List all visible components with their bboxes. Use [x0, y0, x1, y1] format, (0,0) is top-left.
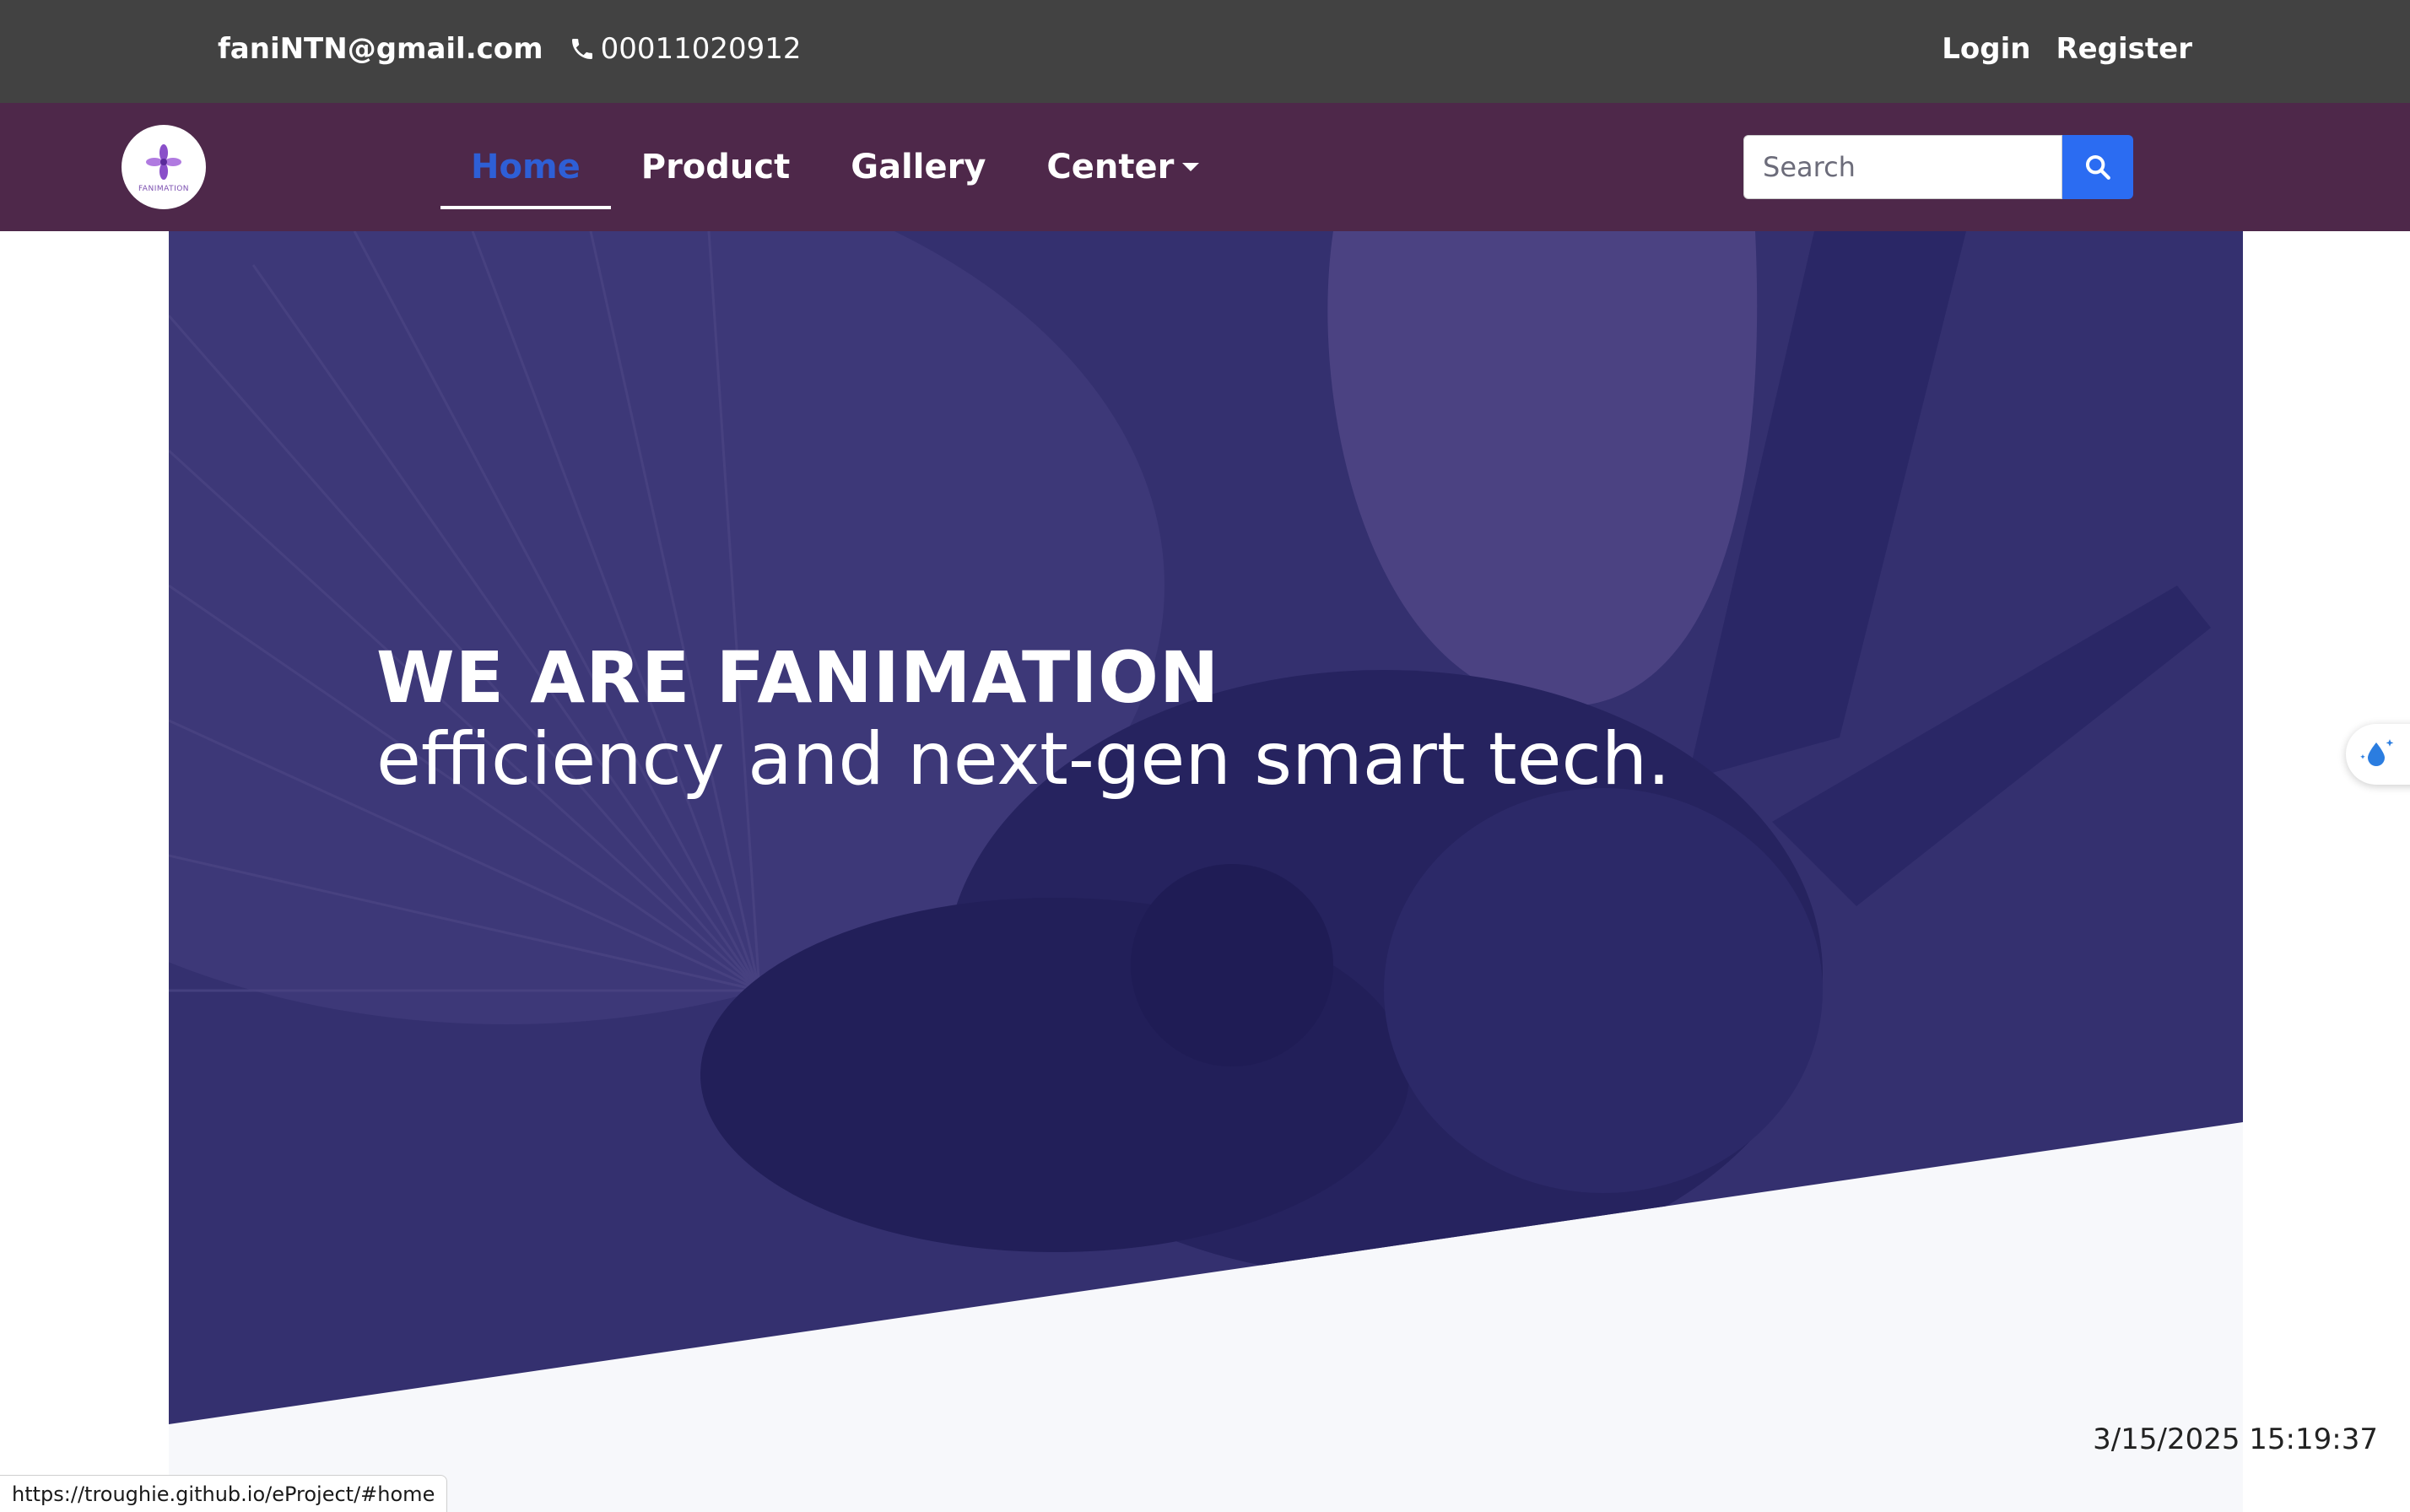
nav-links: Home Product Gallery Center [440, 103, 1229, 231]
search-icon [2085, 154, 2110, 180]
nav-home-label: Home [471, 148, 581, 186]
fan-logo-icon [146, 144, 181, 180]
nav-home[interactable]: Home [440, 103, 611, 231]
search-input[interactable] [1743, 135, 2062, 199]
phone-icon [571, 39, 592, 59]
login-link[interactable]: Login [1942, 32, 2030, 66]
hero-section: WE ARE FANIMATION efficiency and next-ge… [169, 231, 2243, 1512]
contact-phone[interactable]: 00011020912 [569, 32, 802, 66]
contact-email[interactable]: faniNTN@gmail.com [218, 32, 543, 66]
phone-number: 00011020912 [600, 32, 802, 66]
timestamp: 3/15/2025 15:19:37 [2093, 1423, 2378, 1456]
auth-links: Login Register [1942, 32, 2192, 66]
brand-logo[interactable]: FANIMATION [122, 125, 206, 209]
hero-background-image [169, 231, 2243, 1512]
nav-center-dropdown[interactable]: Center [1016, 103, 1229, 231]
nav-product-label: Product [640, 148, 791, 186]
contact-info: faniNTN@gmail.com 00011020912 [218, 32, 802, 66]
register-link[interactable]: Register [2056, 32, 2192, 66]
top-info-bar: faniNTN@gmail.com 00011020912 Login Regi… [0, 0, 2410, 103]
floating-widget[interactable] [2346, 724, 2410, 785]
nav-gallery-label: Gallery [851, 148, 986, 186]
hero-title: WE ARE FANIMATION [376, 636, 1220, 719]
nav-product[interactable]: Product [611, 103, 820, 231]
main-navbar: FANIMATION Home Product Gallery Center [0, 103, 2410, 231]
status-bar-url: https://troughie.github.io/eProject/#hom… [0, 1475, 448, 1512]
nav-gallery[interactable]: Gallery [820, 103, 1016, 231]
search-button[interactable] [2062, 135, 2133, 199]
hero-subtitle: efficiency and next-gen smart tech. [376, 717, 1671, 802]
droplet-sparkle-icon [2360, 739, 2394, 766]
caret-down-icon [1182, 163, 1200, 171]
logo-text: FANIMATION [138, 185, 190, 193]
nav-center-label: Center [1046, 148, 1175, 186]
search-form [1743, 135, 2133, 199]
